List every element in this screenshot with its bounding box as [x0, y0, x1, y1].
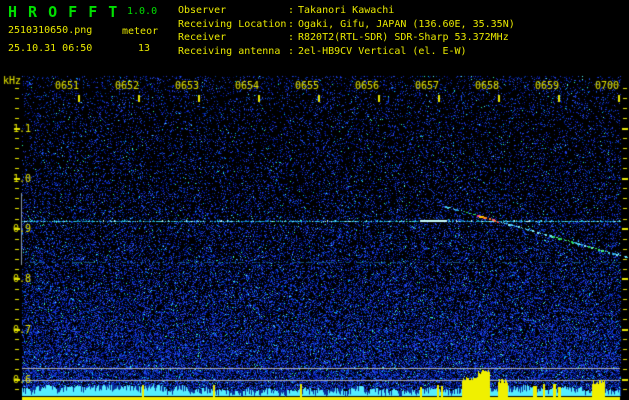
app-title: H R O F F T: [8, 3, 119, 21]
output-filename: 2510310650.png: [8, 25, 93, 36]
info-value: 2el-HB9CV Vertical (el. E-W): [298, 45, 467, 57]
info-row-receiver: Receiver : R820T2(RTL-SDR) SDR-Sharp 53.…: [178, 31, 515, 45]
app-version: 1.0.0: [127, 6, 158, 17]
station-info: Observer : Takanori Kawachi Receiving Lo…: [178, 4, 515, 58]
info-row-antenna: Receiving antenna : 2el-HB9CV Vertical (…: [178, 45, 515, 59]
info-label: Receiving Location: [178, 18, 287, 30]
hrofft-window: H R O F F T 1.0.0 2510310650.png meteor …: [0, 0, 629, 400]
spectrogram-canvas: [0, 62, 629, 400]
info-colon: :: [288, 5, 295, 16]
info-row-observer: Observer : Takanori Kawachi: [178, 4, 515, 18]
info-colon: :: [288, 18, 295, 30]
info-label: Observer: [178, 5, 227, 16]
info-value: R820T2(RTL-SDR) SDR-Sharp 53.372MHz: [298, 32, 509, 43]
info-value: Takanori Kawachi: [298, 5, 395, 16]
info-colon: :: [288, 45, 295, 57]
meteor-count: 13: [138, 43, 151, 54]
info-row-location: Receiving Location : Ogaki, Gifu, JAPAN …: [178, 18, 515, 32]
info-label: Receiver: [178, 32, 227, 43]
info-value: Ogaki, Gifu, JAPAN (136.60E, 35.35N): [298, 18, 515, 30]
info-label: Receiving antenna: [178, 45, 281, 57]
observation-datetime: 25.10.31 06:50: [8, 43, 93, 54]
info-colon: :: [288, 32, 295, 43]
mode-label: meteor: [122, 26, 159, 37]
